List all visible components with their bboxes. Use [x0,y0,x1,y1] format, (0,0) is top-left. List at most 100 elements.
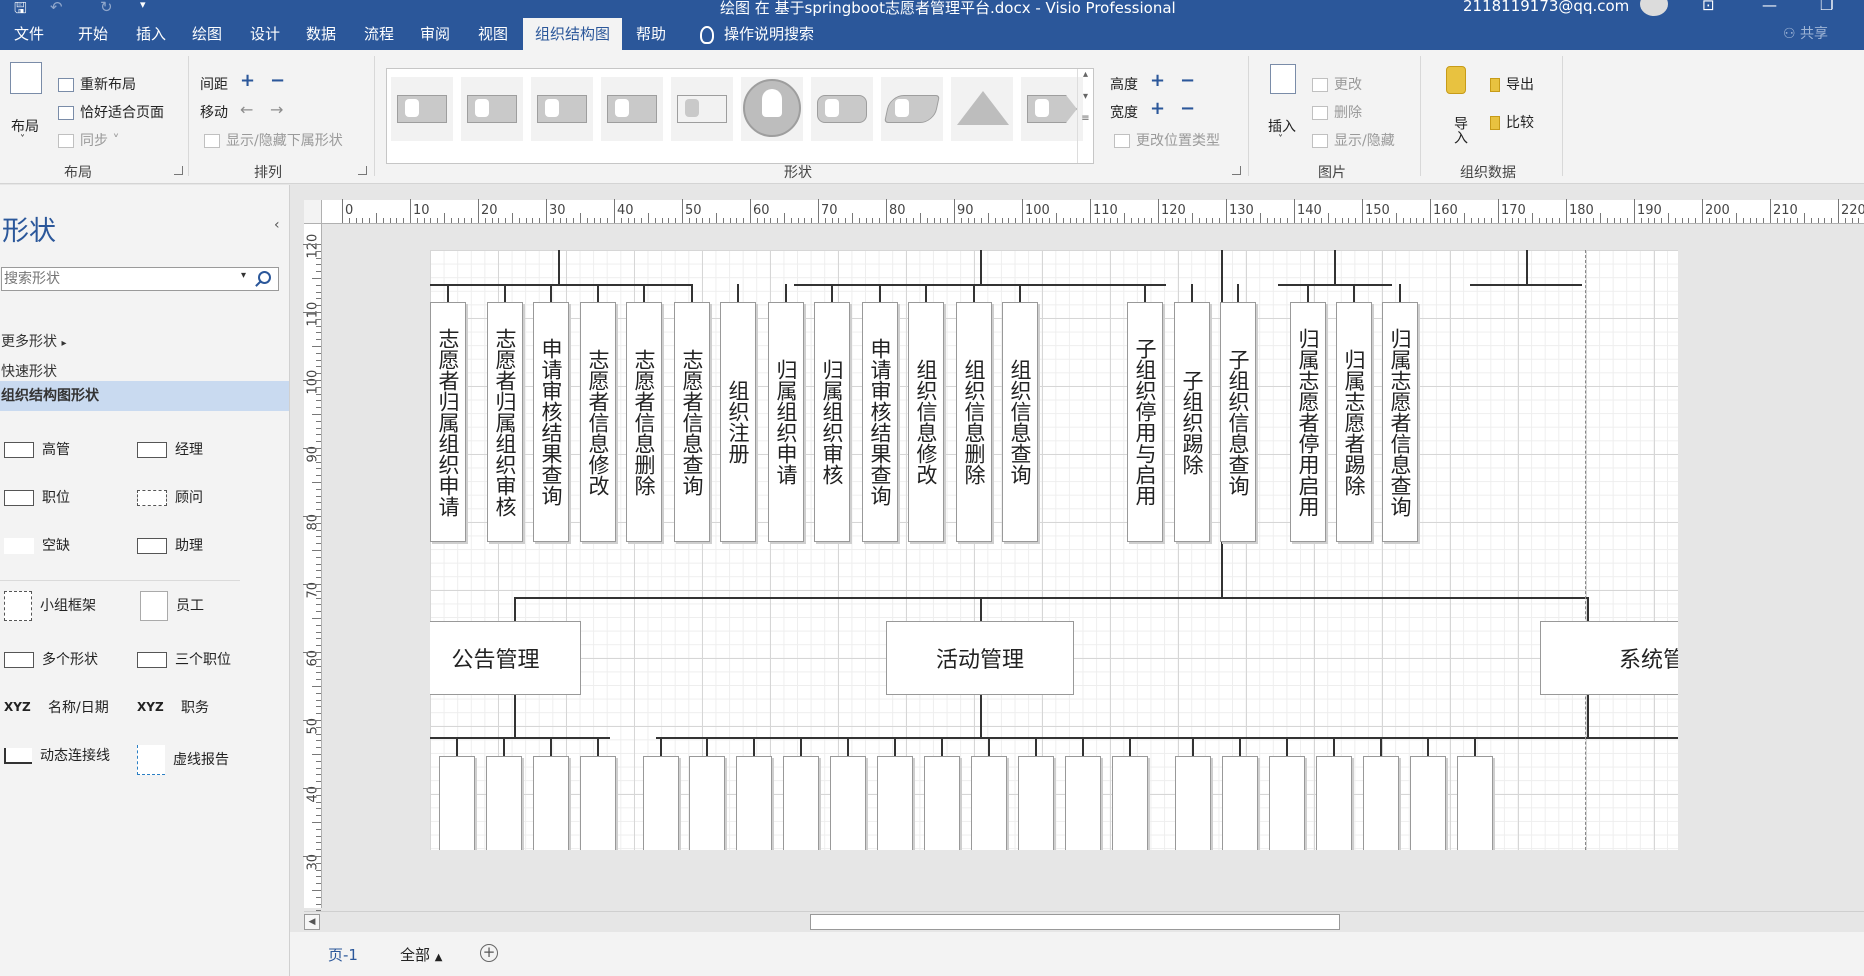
org-node-bottom-15[interactable]: 轮播 [1175,756,1211,850]
drawing-canvas[interactable]: 志愿者归属组织申请 志愿者归属组织审核 申请审核结果查询 志愿者信息修改 志愿者信息删除… [323,225,1864,911]
org-node-top-2[interactable]: 申请审核结果查询 [533,302,569,542]
export-data-button[interactable]: 导出 [1490,74,1534,94]
stencil-position[interactable]: 职位 [4,487,70,507]
tab-help[interactable]: 帮助 [636,18,666,50]
undo-icon[interactable]: ↶ [50,0,63,16]
insert-picture-button[interactable]: 插入 [1268,116,1296,136]
org-node-top-1[interactable]: 志愿者归属组织审核 [487,302,523,542]
collapse-pane-icon[interactable]: ‹ [274,217,280,233]
org-node-bottom-11[interactable]: 报名审 [971,756,1007,850]
org-node-bottom-14[interactable]: 活动 [1112,756,1148,850]
org-node-bottom-19[interactable]: 组织 [1363,756,1399,850]
tab-insert[interactable]: 插入 [136,18,166,50]
stencil-consultant[interactable]: 顾问 [137,487,203,507]
scroll-left-icon[interactable]: ◀ [304,914,320,930]
org-node-top-5[interactable]: 志愿者信息查询 [674,302,710,542]
org-node-bottom-16[interactable]: 个人 [1222,756,1258,850]
org-node-top-6[interactable]: 组织注册 [720,302,756,542]
org-node-top-3[interactable]: 志愿者信息修改 [580,302,616,542]
tab-view[interactable]: 视图 [478,18,508,50]
org-node-bottom-3[interactable]: 公 [580,756,616,850]
relayout-button[interactable]: 重新布局 [58,74,136,94]
gallery-style-7[interactable] [811,77,873,141]
stencil-name-date[interactable]: XYZ 名称/日期 [4,697,109,717]
gallery-style-4[interactable] [601,77,663,141]
org-node-top-13[interactable]: 子组织停用与启用 [1127,302,1163,542]
org-node-top-17[interactable]: 归属志愿者踢除 [1336,302,1372,542]
gallery-style-9[interactable] [951,77,1013,141]
org-node-bottom-17[interactable]: 志愿者 [1269,756,1305,850]
org-node-top-15[interactable]: 子组织信息查询 [1220,302,1256,542]
org-node-top-10[interactable]: 组织信息修改 [908,302,944,542]
stencil-team-frame[interactable]: 小组框架 [4,591,96,621]
show-hide-subordinates-button[interactable]: 显示/隐藏下属形状 [204,130,343,150]
scrollbar-thumb[interactable] [810,914,1340,930]
gallery-style-10[interactable] [1021,77,1083,141]
org-node-bottom-9[interactable]: 活动 [877,756,913,850]
search-icon[interactable] [258,271,271,284]
tab-process[interactable]: 流程 [364,18,394,50]
horizontal-scrollbar[interactable]: ◀ [304,911,1864,931]
import-data-icon[interactable] [1446,66,1466,94]
tab-design[interactable]: 设计 [250,18,280,50]
tab-file[interactable]: 文件 [14,18,44,50]
stencil-manager[interactable]: 经理 [137,439,203,459]
stencil-multiple-shapes[interactable]: 多个形状 [4,649,98,669]
increase-width-button[interactable]: + [1150,98,1165,119]
gallery-style-2[interactable] [461,77,523,141]
org-node-top-18[interactable]: 归属志愿者信息查询 [1382,302,1418,542]
decrease-width-button[interactable]: − [1180,98,1195,119]
org-node-top-0[interactable]: 志愿者归属组织申请 [430,302,466,542]
org-node-bottom-8[interactable]: 发布审 [830,756,866,850]
stencil-assistant[interactable]: 助理 [137,535,203,555]
arrange-dialog-launcher[interactable] [358,166,367,175]
compare-button[interactable]: 比较 [1490,112,1534,132]
stencil-dotted-line-report[interactable]: 虚线报告 [137,745,229,775]
org-node-bottom-21[interactable]: 志愿者 [1457,756,1493,850]
stencil-executive[interactable]: 高管 [4,439,70,459]
decrease-spacing-button[interactable]: − [270,70,285,91]
add-page-icon[interactable]: + [480,944,498,962]
sync-button[interactable]: 同步 ˅ [58,130,119,150]
org-node-top-11[interactable]: 组织信息删除 [956,302,992,542]
org-node-bottom-7[interactable]: 活动 [783,756,819,850]
change-position-type-button[interactable]: 更改位置类型 [1114,130,1220,150]
customize-quick-access-icon[interactable]: ▾ [140,0,146,11]
import-data-button[interactable]: 导入 [1450,116,1470,144]
shapes-dialog-launcher[interactable] [1232,166,1241,175]
increase-height-button[interactable]: + [1150,70,1165,91]
search-dropdown-icon[interactable]: ▾ [241,270,246,281]
org-node-top-8[interactable]: 归属组织审核 [814,302,850,542]
stencil-staff[interactable]: 员工 [140,591,204,621]
org-node-top-7[interactable]: 归属组织申请 [768,302,804,542]
minimize-icon[interactable]: — [1762,0,1777,14]
share-button[interactable]: ⚇ 共享 [1783,18,1828,50]
org-node-bottom-12[interactable]: 活动 [1018,756,1054,850]
all-pages-button[interactable]: 全部 ▲ [400,944,443,965]
restore-icon[interactable]: ❐ [1820,0,1833,14]
stencil-three-positions[interactable]: 三个职位 [137,649,231,669]
redo-icon[interactable]: ↻ [100,0,113,16]
fit-page-button[interactable]: 恰好适合页面 [58,102,164,122]
layout-dropdown-icon[interactable]: ˅ [20,134,25,145]
stencil-dynamic-connector[interactable]: 动态连接线 [4,745,110,765]
org-node-top-16[interactable]: 归属志愿者停用启用 [1290,302,1326,542]
tab-home[interactable]: 开始 [78,18,108,50]
org-node-system-management[interactable]: 系统管 [1540,621,1678,695]
tab-data[interactable]: 数据 [306,18,336,50]
org-node-bottom-1[interactable]: 公告发 [486,756,522,850]
org-node-bottom-2[interactable]: 公 [533,756,569,850]
tab-review[interactable]: 审阅 [420,18,450,50]
layout-button[interactable]: 布局 [11,116,39,136]
move-right-button[interactable]: → [270,100,283,119]
decrease-height-button[interactable]: − [1180,70,1195,91]
stencil-vacancy[interactable]: 空缺 [4,535,70,555]
org-node-bottom-18[interactable]: 组织 [1316,756,1352,850]
drawing-page[interactable]: 志愿者归属组织申请 志愿者归属组织审核 申请审核结果查询 志愿者信息修改 志愿者信息删除… [430,250,1678,850]
org-chart-shapes-link[interactable]: 组织结构图形状 [0,381,289,411]
org-node-bottom-10[interactable]: 活动 [924,756,960,850]
move-left-button[interactable]: ← [240,100,253,119]
layout-dialog-launcher[interactable] [174,166,183,175]
avatar[interactable] [1640,0,1668,16]
org-node-bottom-0[interactable]: 公 [439,756,475,850]
